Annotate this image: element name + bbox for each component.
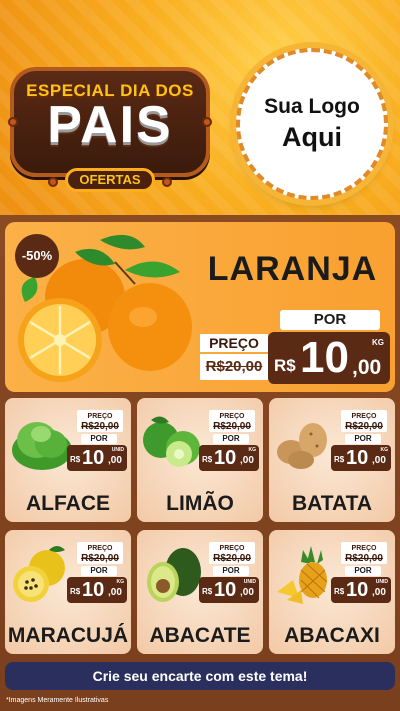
price-box: R$ 10 ,00 UNID <box>67 445 127 471</box>
discount-badge: -50% <box>15 234 59 278</box>
product-name: MARACUJÁ <box>7 624 129 647</box>
price-decimal: ,00 <box>108 587 122 598</box>
product-card[interactable]: PREÇO R$20,00 POR R$ 10 ,00 UNID ALFACE <box>5 398 131 522</box>
price-decimal: ,00 <box>240 455 254 466</box>
por-label: POR <box>345 566 381 576</box>
badge-stud <box>202 117 212 127</box>
featured-currency: R$ <box>274 356 296 375</box>
price-unit: KG <box>248 447 257 453</box>
product-card[interactable]: PREÇO R$20,00 POR R$ 10 ,00 UNID ABACATE <box>137 530 263 654</box>
featured-product-name: LARANJA <box>207 250 378 288</box>
price-integer: 10 <box>346 447 369 469</box>
por-label: POR <box>345 434 381 444</box>
old-price-box: PREÇO R$20,00 <box>341 410 387 432</box>
price-unit: UNID <box>375 579 388 585</box>
price-box: R$ 10 ,00 UNID <box>199 577 259 603</box>
featured-price-box: R$ 10 ,00 KG <box>268 332 390 384</box>
product-name: ALFACE <box>26 492 110 515</box>
badge-stud <box>8 117 18 127</box>
por-label: POR <box>81 434 117 444</box>
price-integer: 10 <box>214 579 237 601</box>
old-price-box: PREÇO R$20,00 <box>341 542 387 564</box>
old-price: R$20,00 <box>81 421 119 432</box>
flyer-page: ESPECIAL DIA DOS PAIS OFERTAS Sua Logo A… <box>0 0 400 711</box>
logo-text-line2: Aqui <box>282 122 342 152</box>
featured-product[interactable]: -50% LARANJA PREÇO R$20,00 POR R$ 10 ,00… <box>5 222 395 392</box>
preco-label: PREÇO <box>219 545 245 552</box>
product-card[interactable]: PREÇO R$20,00 POR R$ 10 ,00 UNID ABACAXI <box>269 530 395 654</box>
price-decimal: ,00 <box>240 587 254 598</box>
product-name: ABACAXI <box>284 624 380 647</box>
badge-stud <box>162 177 172 187</box>
price-decimal: ,00 <box>108 455 122 466</box>
featured-preco-label: PREÇO <box>200 334 268 352</box>
price-integer: 10 <box>82 447 105 469</box>
price-currency: R$ <box>334 455 345 464</box>
product-card[interactable]: PREÇO R$20,00 POR R$ 10 ,00 KG LIMÃO <box>137 398 263 522</box>
por-label: POR <box>213 434 249 444</box>
preco-label: PREÇO <box>219 413 245 420</box>
logo-placeholder[interactable]: Sua Logo Aqui <box>236 48 388 200</box>
logo-text-line1: Sua Logo <box>264 95 360 118</box>
preco-label: PREÇO <box>87 413 113 420</box>
price-unit: KG <box>116 579 125 585</box>
old-price-box: PREÇO R$20,00 <box>209 542 255 564</box>
por-label: POR <box>213 566 249 576</box>
preco-label: PREÇO <box>87 545 113 552</box>
featured-old-price-box: PREÇO R$20,00 <box>200 334 268 380</box>
old-price: R$20,00 <box>213 421 251 432</box>
product-name: LIMÃO <box>166 492 234 515</box>
event-badge: ESPECIAL DIA DOS PAIS OFERTAS <box>8 55 212 195</box>
price-currency: R$ <box>334 587 345 596</box>
price-unit: UNID <box>111 447 124 453</box>
badge-title: PAIS <box>47 96 173 154</box>
price-box: R$ 10 ,00 KG <box>331 445 391 471</box>
price-integer: 10 <box>214 447 237 469</box>
price-box: R$ 10 ,00 KG <box>199 445 259 471</box>
disclaimer-text: *Imagens Meramente Ilustrativas <box>6 697 109 704</box>
price-unit: KG <box>380 447 389 453</box>
price-unit: UNID <box>243 579 256 585</box>
old-price: R$20,00 <box>345 553 383 564</box>
preco-label: PREÇO <box>351 545 377 552</box>
old-price: R$20,00 <box>213 553 251 564</box>
badge-stud <box>48 177 58 187</box>
price-currency: R$ <box>202 587 213 596</box>
old-price: R$20,00 <box>81 553 119 564</box>
featured-unit: KG <box>372 338 384 347</box>
featured-old-price: R$20,00 <box>200 354 268 380</box>
price-currency: R$ <box>70 455 81 464</box>
por-label: POR <box>81 566 117 576</box>
badge-ribbon: OFERTAS <box>65 168 155 192</box>
cta-banner[interactable]: Crie seu encarte com este tema! <box>5 662 395 690</box>
product-card[interactable]: PREÇO R$20,00 POR R$ 10 ,00 KG BATATA <box>269 398 395 522</box>
preco-label: PREÇO <box>351 413 377 420</box>
price-box: R$ 10 ,00 KG <box>67 577 127 603</box>
product-name: BATATA <box>291 492 373 515</box>
featured-por-label: POR <box>280 310 380 330</box>
price-integer: 10 <box>82 579 105 601</box>
price-integer: 10 <box>346 579 369 601</box>
price-currency: R$ <box>202 455 213 464</box>
price-currency: R$ <box>70 587 81 596</box>
old-price: R$20,00 <box>345 421 383 432</box>
featured-price-integer: 10 <box>300 333 349 382</box>
header: ESPECIAL DIA DOS PAIS OFERTAS Sua Logo A… <box>0 0 400 215</box>
old-price-box: PREÇO R$20,00 <box>77 410 123 432</box>
old-price-box: PREÇO R$20,00 <box>209 410 255 432</box>
price-decimal: ,00 <box>372 455 386 466</box>
product-name: ABACATE <box>149 624 251 647</box>
product-card[interactable]: PREÇO R$20,00 POR R$ 10 ,00 KG MARACUJÁ <box>5 530 131 654</box>
old-price-box: PREÇO R$20,00 <box>77 542 123 564</box>
featured-price-decimal: ,00 <box>352 356 382 379</box>
price-box: R$ 10 ,00 UNID <box>331 577 391 603</box>
price-decimal: ,00 <box>372 587 386 598</box>
